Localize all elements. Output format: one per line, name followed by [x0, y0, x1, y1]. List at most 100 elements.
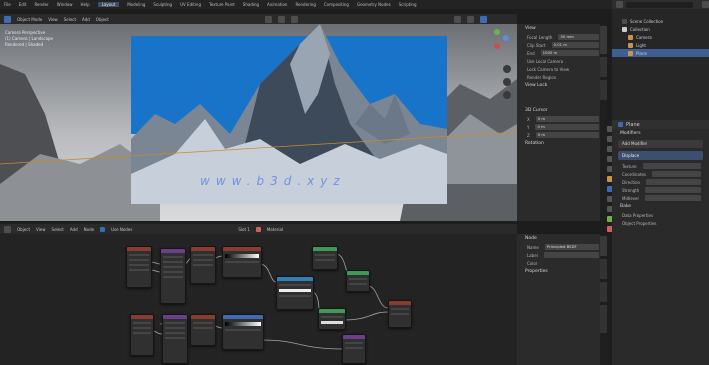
solid-shading-icon[interactable]	[466, 15, 474, 23]
cursor-x-field[interactable]: 0 m	[535, 116, 599, 122]
cursor-y-row: Y 0 m	[517, 123, 607, 131]
menu-item[interactable]: UV Editing	[180, 2, 201, 7]
editor-type-icon[interactable]	[4, 15, 11, 23]
menu-item[interactable]: Help	[80, 2, 89, 7]
tab-options[interactable]	[600, 305, 607, 333]
render-region-check[interactable]: Render Region	[517, 73, 607, 81]
menu-item[interactable]: File	[4, 2, 11, 7]
cursor-y-field[interactable]: 0 m	[535, 124, 599, 130]
texture-coordinate-node[interactable]	[160, 248, 186, 304]
menu-item[interactable]: Render	[34, 2, 48, 7]
outliner-label: Scene Collection	[630, 18, 664, 24]
3d-cursor-header[interactable]: 3D Cursor	[517, 106, 607, 115]
cursor-z-field[interactable]: 0 m	[535, 132, 599, 138]
clip-start-field[interactable]: 0.01 m	[551, 42, 599, 48]
gizmo-z-axis[interactable]	[503, 35, 509, 41]
filter-icon[interactable]	[702, 1, 709, 8]
node-color-row[interactable]: Color	[517, 259, 607, 267]
node-menu[interactable]: Node	[84, 227, 94, 232]
outliner-row-scene[interactable]: Scene Collection	[612, 17, 709, 25]
add-menu[interactable]: Add	[70, 227, 78, 232]
strength-field[interactable]	[645, 187, 701, 193]
wireframe-shading-icon[interactable]	[453, 15, 461, 23]
node-editor-type-icon[interactable]	[4, 225, 11, 233]
tab-item[interactable]	[600, 80, 607, 100]
object-menu[interactable]: Object	[17, 227, 30, 232]
local-camera-check[interactable]: Use Local Camera	[517, 57, 607, 65]
menu-item[interactable]: Shading	[243, 2, 259, 7]
lock-camera-check[interactable]: Lock Camera to View	[517, 65, 607, 73]
menu-item[interactable]: Geometry Nodes	[357, 2, 391, 7]
view-sidebar: View Focal Length 50 mm Clip Start 0.01 m …	[517, 24, 607, 221]
clip-end-field[interactable]: 1000 m	[540, 50, 599, 56]
outliner-row-plane[interactable]: Plane	[612, 49, 709, 57]
node-name-field[interactable]: Principled BSDF	[544, 244, 599, 250]
node-properties-header[interactable]: Properties	[517, 267, 607, 276]
material-selector[interactable]: Material	[267, 227, 283, 232]
menu-item[interactable]: Layout	[97, 2, 120, 7]
tab-node[interactable]	[600, 236, 607, 256]
menu-item[interactable]: Scripting	[399, 2, 417, 7]
direction-field[interactable]	[646, 179, 701, 185]
image-texture-node[interactable]	[126, 246, 152, 288]
snap-icon[interactable]	[277, 15, 285, 23]
coordinates-field[interactable]	[652, 171, 701, 177]
bump-node[interactable]	[312, 246, 338, 270]
select-menu[interactable]: Select	[64, 17, 76, 22]
separate-xyz-node[interactable]	[190, 314, 216, 346]
midlevel-field[interactable]	[644, 195, 701, 201]
view-menu[interactable]: View	[48, 17, 58, 22]
color-ramp-node[interactable]	[222, 246, 262, 278]
menu-item[interactable]: Texture Paint	[209, 2, 235, 7]
view-menu[interactable]: View	[36, 227, 46, 232]
gizmo-x-axis[interactable]	[494, 43, 500, 49]
displace-modifier-header[interactable]: Displace	[618, 151, 703, 160]
displacement-node[interactable]	[342, 334, 366, 364]
gizmo-y-axis[interactable]	[494, 29, 500, 35]
node-editor-canvas[interactable]	[0, 234, 517, 365]
outliner-type-icon[interactable]	[616, 1, 623, 8]
menu-item[interactable]: Animation	[267, 2, 287, 7]
noise-texture-node[interactable]	[130, 314, 154, 356]
add-modifier-button[interactable]: Add Modifier	[618, 140, 703, 148]
slot-selector[interactable]: Slot 1	[238, 227, 249, 232]
add-menu[interactable]: Add	[82, 17, 90, 22]
mode-menu[interactable]: Object Mode	[17, 17, 42, 22]
principled-bsdf-node[interactable]	[276, 276, 314, 310]
outliner-search-input[interactable]	[626, 1, 693, 8]
outliner-label: Light	[636, 42, 646, 48]
vector-math-node[interactable]	[162, 314, 188, 364]
object-menu[interactable]: Object	[96, 17, 109, 22]
watermark: www.b3d.xyz	[200, 174, 346, 188]
select-menu[interactable]: Select	[52, 227, 64, 232]
outliner-row-light[interactable]: Light	[612, 41, 709, 49]
mapping-node[interactable]	[190, 246, 216, 284]
tab-tool[interactable]	[600, 259, 607, 279]
tab-view[interactable]	[600, 282, 607, 302]
outliner-row-camera[interactable]: Camera	[612, 33, 709, 41]
material-output-node[interactable]	[388, 300, 412, 328]
menu-item[interactable]: Sculpting	[153, 2, 172, 7]
transform-orientation-icon[interactable]	[264, 15, 272, 23]
tab-tool[interactable]	[600, 57, 607, 77]
menu-item[interactable]: Modeling	[127, 2, 145, 7]
node-label-field[interactable]	[543, 252, 599, 258]
use-nodes-checkbox[interactable]	[100, 226, 106, 232]
focal-length-field[interactable]: 50 mm	[558, 34, 599, 40]
field-label: Coordinates	[622, 171, 647, 177]
view-lock-header[interactable]: View Lock	[517, 81, 607, 90]
tab-view[interactable]	[600, 26, 607, 54]
rendered-shading-icon[interactable]	[479, 15, 487, 23]
3d-viewport[interactable]: Camera Perspective (1) Camera | Landscap…	[0, 24, 517, 221]
view-lock-rows	[517, 90, 607, 106]
texture-field[interactable]	[642, 163, 701, 169]
color-ramp-node-2[interactable]	[222, 314, 264, 350]
proportional-edit-icon[interactable]	[290, 15, 298, 23]
outliner-row-collection[interactable]: Collection	[612, 25, 709, 33]
menu-item[interactable]: Rendering	[295, 2, 315, 7]
menu-item[interactable]: Edit	[19, 2, 27, 7]
menu-item[interactable]: Compositing	[324, 2, 349, 7]
normal-map-node[interactable]	[318, 308, 346, 330]
mix-shader-node[interactable]	[346, 270, 370, 292]
menu-item[interactable]: Window	[57, 2, 73, 7]
